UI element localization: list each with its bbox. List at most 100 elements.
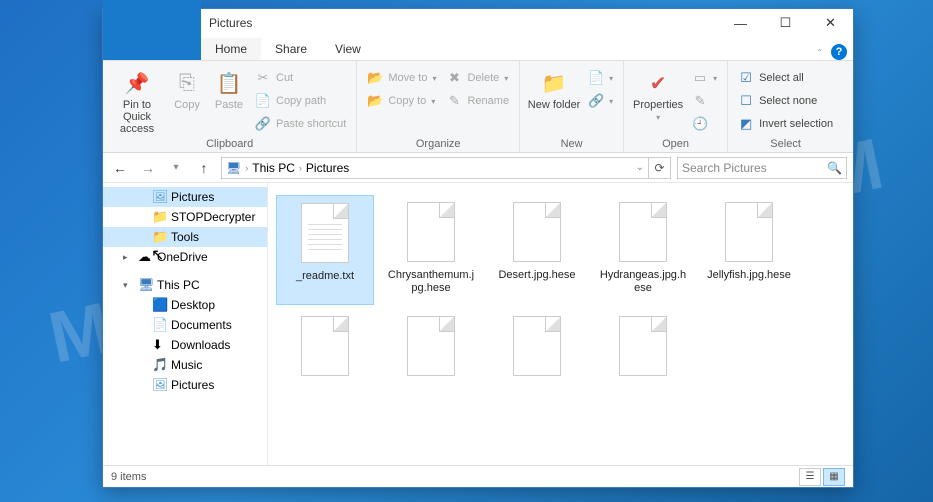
- properties-icon: ✔: [644, 69, 672, 97]
- new-folder-button[interactable]: 📁 New folder: [526, 65, 582, 136]
- file-name: _readme.txt: [296, 270, 354, 283]
- file-item[interactable]: Chrysanthemum.jpg.hese: [382, 195, 480, 305]
- unknown-file-icon: [509, 199, 565, 265]
- file-item[interactable]: Hydrangeas.jpg.hese: [594, 195, 692, 305]
- edit-button[interactable]: ✎: [688, 90, 721, 112]
- file-list[interactable]: _readme.txt Chrysanthemum.jpg.hese Desert.…: [268, 183, 853, 465]
- file-item[interactable]: [488, 309, 586, 419]
- select-none-button[interactable]: ☐Select none: [734, 90, 837, 112]
- tree-label: Downloads: [171, 338, 230, 352]
- file-item[interactable]: Desert.jpg.hese: [488, 195, 586, 305]
- tree-node-stopdecrypter[interactable]: 📁STOPDecrypter: [103, 207, 267, 227]
- documents-icon: 📄: [152, 317, 168, 333]
- tree-node-desktop[interactable]: 🟦Desktop: [103, 295, 267, 315]
- expand-icon[interactable]: ▸: [123, 252, 135, 263]
- view-large-icons-button[interactable]: ▦: [823, 468, 845, 486]
- address-dropdown-icon[interactable]: ⌄: [636, 162, 644, 173]
- delete-icon: ✖: [446, 70, 462, 86]
- window-title: Pictures: [209, 16, 252, 30]
- status-item-count: 9 items: [111, 471, 146, 483]
- maximize-button[interactable]: ☐: [763, 9, 808, 37]
- tree-node-this-pc[interactable]: ▾🖥This PC: [103, 275, 267, 295]
- cut-button[interactable]: ✂Cut: [251, 67, 350, 89]
- tree-label: Pictures: [171, 378, 214, 392]
- navigation-tree[interactable]: ↖ 🖼Pictures📁STOPDecrypter📁Tools▸☁OneDriv…: [103, 183, 268, 465]
- tree-label: Tools: [171, 230, 199, 244]
- select-all-button[interactable]: ☑Select all: [734, 67, 837, 89]
- text-file-icon: [297, 200, 353, 266]
- copy-path-button[interactable]: 📄Copy path: [251, 90, 350, 112]
- tree-node-music[interactable]: 🎵Music: [103, 355, 267, 375]
- refresh-button[interactable]: ⟳: [649, 157, 671, 179]
- select-all-icon: ☑: [738, 70, 754, 86]
- minimize-button[interactable]: ―: [718, 9, 763, 37]
- pc-icon: 🖥: [138, 277, 154, 293]
- pin-icon: 📌: [123, 69, 151, 97]
- nav-recent-button[interactable]: ▾: [165, 157, 187, 179]
- file-item[interactable]: [276, 309, 374, 419]
- content-area: ↖ 🖼Pictures📁STOPDecrypter📁Tools▸☁OneDriv…: [103, 183, 853, 465]
- tree-node-pictures[interactable]: 🖼Pictures: [103, 187, 267, 207]
- tab-share[interactable]: Share: [261, 38, 321, 60]
- clipboard-group-label: Clipboard: [109, 136, 350, 150]
- breadcrumb-root[interactable]: This PC: [252, 161, 295, 175]
- tree-label: Desktop: [171, 298, 215, 312]
- unknown-file-icon: [403, 199, 459, 265]
- expand-icon[interactable]: ▾: [123, 280, 135, 291]
- copy-to-button[interactable]: 📂Copy to▾: [363, 90, 440, 112]
- tab-view[interactable]: View: [321, 38, 375, 60]
- properties-button[interactable]: ✔ Properties ▾: [630, 65, 686, 136]
- tab-file[interactable]: File: [103, 0, 201, 60]
- easy-access-button[interactable]: 🔗▾: [584, 90, 617, 112]
- nav-forward-button[interactable]: →: [137, 157, 159, 179]
- file-item[interactable]: _readme.txt: [276, 195, 374, 305]
- file-item[interactable]: [594, 309, 692, 419]
- select-none-icon: ☐: [738, 93, 754, 109]
- tree-node-onedrive[interactable]: ▸☁OneDrive: [103, 247, 267, 267]
- view-details-button[interactable]: ☰: [799, 468, 821, 486]
- tree-node-pictures[interactable]: 🖼Pictures: [103, 375, 267, 395]
- file-item[interactable]: [382, 309, 480, 419]
- move-to-button[interactable]: 📂Move to▾: [363, 67, 440, 89]
- nav-back-button[interactable]: ←: [109, 157, 131, 179]
- file-item[interactable]: Jellyfish.jpg.hese: [700, 195, 798, 305]
- address-bar[interactable]: 🖥 › This PC › Pictures ⌄: [221, 157, 649, 179]
- open-button[interactable]: ▭▾: [688, 67, 721, 89]
- file-name: Desert.jpg.hese: [498, 269, 575, 282]
- address-bar-row: ← → ▾ ↑ 🖥 › This PC › Pictures ⌄ ⟳ Searc…: [103, 153, 853, 183]
- chevron-right-icon: ›: [245, 163, 248, 173]
- new-item-button[interactable]: 📄▾: [584, 67, 617, 89]
- folder-icon: 📁: [152, 229, 168, 245]
- music-icon: 🎵: [152, 357, 168, 373]
- help-icon[interactable]: ?: [831, 44, 847, 60]
- delete-button[interactable]: ✖Delete▾: [442, 67, 513, 89]
- close-button[interactable]: ✕: [808, 9, 853, 37]
- folder-icon: 📁: [152, 209, 168, 225]
- search-input[interactable]: Search Pictures 🔍: [677, 157, 847, 179]
- tree-label: Pictures: [171, 190, 214, 204]
- search-placeholder: Search Pictures: [682, 161, 767, 175]
- tree-node-tools[interactable]: 📁Tools: [103, 227, 267, 247]
- copy-button[interactable]: ⎘ Copy: [167, 65, 207, 136]
- file-name: Chrysanthemum.jpg.hese: [386, 269, 476, 295]
- tree-node-documents[interactable]: 📄Documents: [103, 315, 267, 335]
- nav-up-button[interactable]: ↑: [193, 157, 215, 179]
- tree-node-downloads[interactable]: ⬇Downloads: [103, 335, 267, 355]
- paste-shortcut-button[interactable]: 🔗Paste shortcut: [251, 113, 350, 135]
- file-name: Hydrangeas.jpg.hese: [598, 269, 688, 295]
- cut-icon: ✂: [255, 70, 271, 86]
- onedrive-icon: ☁: [138, 249, 154, 265]
- ribbon-collapse-icon[interactable]: ⌃: [816, 48, 823, 57]
- pin-to-quick-access-button[interactable]: 📌 Pin to Quick access: [109, 65, 165, 136]
- ribbon-group-select: ☑Select all ☐Select none ◩Invert selecti…: [728, 61, 843, 152]
- chevron-right-icon: ›: [299, 163, 302, 173]
- downloads-icon: ⬇: [152, 337, 168, 353]
- new-folder-icon: 📁: [540, 69, 568, 97]
- breadcrumb-current[interactable]: Pictures: [306, 161, 349, 175]
- rename-button[interactable]: ✎Rename: [442, 90, 513, 112]
- ribbon-group-organize: 📂Move to▾ 📂Copy to▾ ✖Delete▾ ✎Rename Org…: [357, 61, 520, 152]
- invert-selection-button[interactable]: ◩Invert selection: [734, 113, 837, 135]
- history-button[interactable]: 🕘: [688, 113, 721, 135]
- paste-button[interactable]: 📋 Paste: [209, 65, 249, 136]
- tab-home[interactable]: Home: [201, 38, 261, 60]
